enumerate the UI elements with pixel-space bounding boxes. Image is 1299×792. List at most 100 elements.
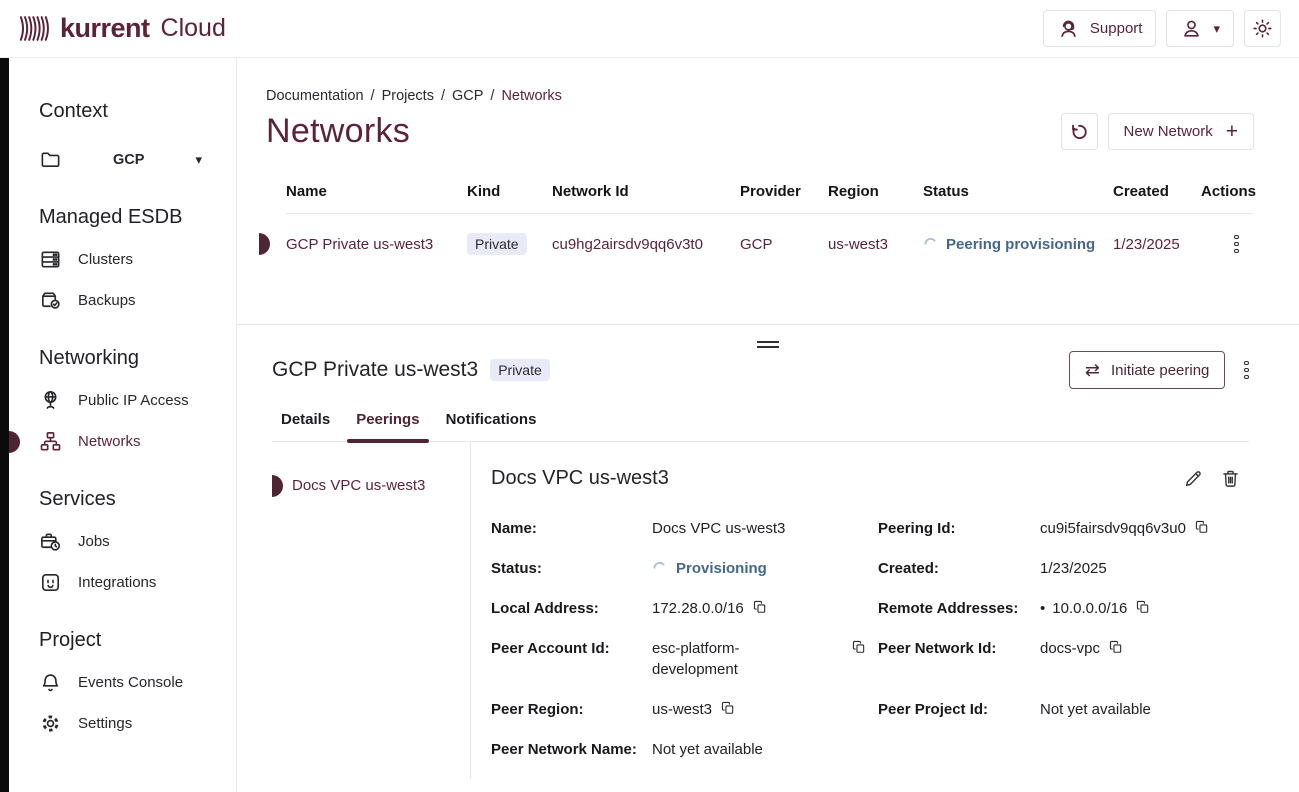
sidebar-item-label: Events Console — [78, 674, 183, 691]
networks-table: Name Kind Network Id Provider Region Sta… — [286, 175, 1253, 274]
field-label-peering-id: Peering Id: — [878, 518, 1040, 558]
refresh-icon — [1068, 121, 1090, 143]
peering-detail: Docs VPC us-west3 — [471, 442, 1249, 779]
breadcrumb-gcp[interactable]: GCP — [452, 88, 483, 104]
sidebar-item-label: Networks — [78, 433, 141, 450]
new-network-button[interactable]: New Network + — [1108, 113, 1254, 150]
page-actions: New Network + — [1061, 113, 1254, 150]
peer-network-id-text: docs-vpc — [1040, 638, 1100, 659]
sun-icon — [1251, 17, 1274, 40]
active-item-marker — [9, 431, 20, 453]
support-button[interactable]: Support — [1043, 10, 1157, 47]
breadcrumb-separator: / — [371, 88, 375, 104]
sidebar-item-settings[interactable]: Settings — [9, 703, 236, 744]
peering-fields: Name: Docs VPC us-west3 Peering Id: cu9i… — [491, 518, 1249, 779]
sidebar-item-public-ip-access[interactable]: Public IP Access — [9, 380, 236, 421]
peer-account-id-text: esc-platform-development — [652, 638, 787, 680]
field-label-local-address: Local Address: — [491, 598, 652, 638]
field-value-peer-project-id: Not yet available — [1040, 699, 1249, 739]
sidebar-item-label: Public IP Access — [78, 392, 189, 409]
breadcrumb-projects[interactable]: Projects — [382, 88, 434, 104]
new-network-label: New Network — [1124, 123, 1213, 140]
tab-details[interactable]: Details — [272, 411, 339, 441]
field-value-name: Docs VPC us-west3 — [652, 518, 878, 558]
col-header-kind: Kind — [467, 183, 552, 200]
col-header-actions: Actions — [1201, 183, 1256, 200]
context-selector[interactable]: GCP ▾ — [9, 139, 236, 180]
copy-icon[interactable] — [1195, 520, 1209, 534]
clusters-icon — [39, 248, 62, 271]
col-header-name: Name — [286, 183, 467, 200]
sidebar-item-label: Clusters — [78, 251, 133, 268]
breadcrumb-current: Networks — [501, 88, 561, 104]
breadcrumb-separator: / — [490, 88, 494, 104]
sidebar-item-backups[interactable]: Backups — [9, 280, 236, 321]
bell-icon — [39, 671, 62, 694]
sidebar: Context GCP ▾ Managed ESDB Clusters — [9, 58, 237, 792]
peering-detail-title: Docs VPC us-west3 — [491, 467, 669, 490]
field-value-local-address: 172.28.0.0/16 — [652, 598, 878, 638]
field-label-peer-network-id: Peer Network Id: — [878, 638, 1040, 699]
cell-name[interactable]: GCP Private us-west3 — [286, 236, 467, 253]
field-value-peer-region: us-west3 — [652, 699, 878, 739]
col-header-status: Status — [923, 183, 1113, 200]
caret-down-icon: ▾ — [1213, 22, 1220, 35]
peering-list: Docs VPC us-west3 — [272, 442, 471, 779]
copy-icon[interactable] — [1109, 640, 1123, 654]
tab-notifications[interactable]: Notifications — [437, 411, 546, 441]
cell-provider: GCP — [740, 236, 828, 253]
table-row[interactable]: GCP Private us-west3 Private cu9hg2airsd… — [286, 214, 1253, 274]
sidebar-item-integrations[interactable]: Integrations — [9, 562, 236, 603]
copy-icon[interactable] — [721, 701, 735, 715]
kurrent-cloud-logo[interactable]: kurrent Cloud — [18, 13, 226, 44]
sidebar-item-clusters[interactable]: Clusters — [9, 239, 236, 280]
peering-item-label: Docs VPC us-west3 — [292, 477, 425, 494]
field-value-status: Provisioning — [652, 558, 878, 598]
field-label-name: Name: — [491, 518, 652, 558]
panel-actions: ⇄ Initiate peering — [1069, 351, 1249, 389]
networks-icon — [39, 430, 62, 453]
refresh-button[interactable] — [1061, 113, 1098, 150]
user-menu-button[interactable]: ▾ — [1166, 10, 1234, 47]
user-icon — [1180, 17, 1203, 40]
peering-list-item[interactable]: Docs VPC us-west3 — [272, 471, 470, 500]
panel-drag-handle[interactable] — [754, 338, 782, 351]
breadcrumb-separator: / — [441, 88, 445, 104]
row-actions-kebab[interactable] — [1228, 234, 1253, 255]
spinner-icon — [923, 237, 938, 252]
bullet-icon: • — [1040, 598, 1045, 619]
selected-peering-marker — [272, 475, 283, 497]
left-edge-strip — [0, 58, 9, 792]
peer-region-text: us-west3 — [652, 699, 712, 720]
table-header-row: Name Kind Network Id Provider Region Sta… — [286, 175, 1253, 214]
edit-pencil-icon[interactable] — [1183, 468, 1204, 489]
panel-title: GCP Private us-west3 — [272, 358, 478, 382]
tab-peerings[interactable]: Peerings — [347, 411, 428, 441]
copy-icon[interactable] — [1136, 600, 1150, 614]
field-value-peering-id: cu9i5fairsdv9qq6v3u0 — [1040, 518, 1249, 558]
delete-trash-icon[interactable] — [1220, 468, 1241, 489]
copy-icon[interactable] — [753, 600, 767, 614]
breadcrumb: Documentation / Projects / GCP / Networks — [266, 88, 1299, 104]
col-header-region: Region — [828, 183, 923, 200]
top-bar: kurrent Cloud Support ▾ — [0, 0, 1299, 58]
sidebar-item-events-console[interactable]: Events Console — [9, 662, 236, 703]
initiate-peering-button[interactable]: ⇄ Initiate peering — [1069, 351, 1226, 389]
briefcase-clock-icon — [39, 530, 62, 553]
headset-icon — [1057, 17, 1080, 40]
field-label-peer-project-id: Peer Project Id: — [878, 699, 1040, 739]
theme-toggle-button[interactable] — [1244, 10, 1281, 47]
gear-icon — [39, 712, 62, 735]
sidebar-item-label: Settings — [78, 715, 132, 732]
sidebar-item-jobs[interactable]: Jobs — [9, 521, 236, 562]
section-heading-managed-esdb: Managed ESDB — [39, 206, 236, 229]
copy-icon[interactable] — [852, 640, 866, 654]
field-value-created: 1/23/2025 — [1040, 558, 1249, 598]
panel-kebab[interactable] — [1238, 360, 1249, 381]
backups-icon — [39, 289, 62, 312]
breadcrumb-documentation[interactable]: Documentation — [266, 88, 364, 104]
context-value: GCP — [78, 152, 179, 168]
field-label-remote-addresses: Remote Addresses: — [878, 598, 1040, 638]
sidebar-item-networks[interactable]: Networks — [9, 421, 236, 462]
plus-icon: + — [1226, 121, 1238, 142]
